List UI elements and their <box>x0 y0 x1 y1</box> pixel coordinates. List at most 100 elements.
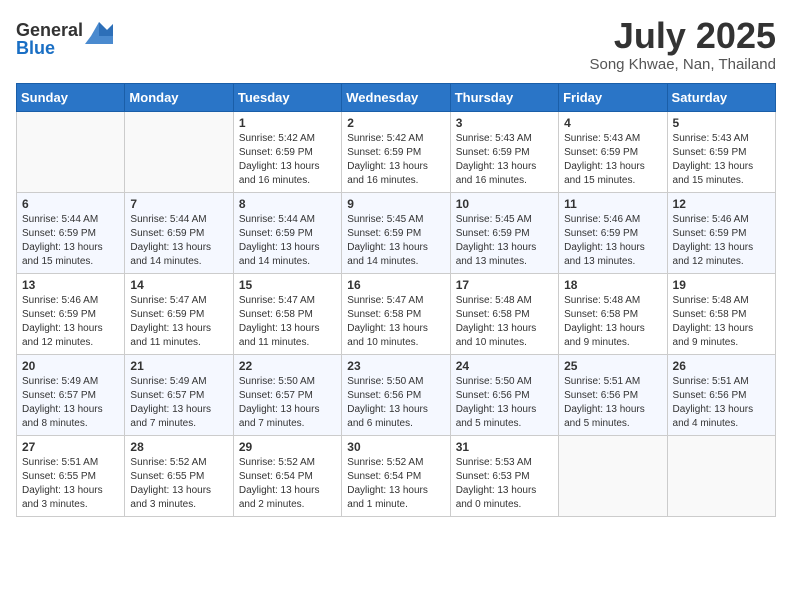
day-number: 10 <box>456 197 553 211</box>
calendar-cell: 13 Sunrise: 5:46 AMSunset: 6:59 PMDayligh… <box>17 273 125 354</box>
day-number: 11 <box>564 197 661 211</box>
day-info: Sunrise: 5:46 AMSunset: 6:59 PMDaylight:… <box>22 294 119 350</box>
calendar-week-row: 13 Sunrise: 5:46 AMSunset: 6:59 PMDayligh… <box>17 273 776 354</box>
day-number: 6 <box>22 197 119 211</box>
calendar-cell: 12 Sunrise: 5:46 AMSunset: 6:59 PMDayligh… <box>667 192 775 273</box>
day-number: 18 <box>564 278 661 292</box>
logo-blue: Blue <box>16 38 55 59</box>
calendar-cell: 4 Sunrise: 5:43 AMSunset: 6:59 PMDaylight… <box>559 111 667 192</box>
day-info: Sunrise: 5:45 AMSunset: 6:59 PMDaylight:… <box>347 213 444 269</box>
day-number: 13 <box>22 278 119 292</box>
day-number: 9 <box>347 197 444 211</box>
calendar-cell: 14Sunrise: 5:47 AMSunset: 6:59 PMDayligh… <box>125 273 233 354</box>
day-of-week-header: Monday <box>125 83 233 111</box>
day-info: Sunrise: 5:48 AMSunset: 6:58 PMDaylight:… <box>456 294 553 350</box>
location-subtitle: Song Khwae, Nan, Thailand <box>589 56 776 73</box>
day-number: 19 <box>673 278 770 292</box>
day-info: Sunrise: 5:43 AMSunset: 6:59 PMDaylight:… <box>564 132 661 188</box>
day-number: 20 <box>22 359 119 373</box>
calendar-cell: 16 Sunrise: 5:47 AMSunset: 6:58 PMDayligh… <box>342 273 450 354</box>
title-area: July 2025 Song Khwae, Nan, Thailand <box>589 16 776 73</box>
day-info: Sunrise: 5:46 AMSunset: 6:59 PMDaylight:… <box>564 213 661 269</box>
day-number: 21 <box>130 359 227 373</box>
day-of-week-header: Wednesday <box>342 83 450 111</box>
calendar-cell: 27Sunrise: 5:51 AMSunset: 6:55 PMDayligh… <box>17 435 125 516</box>
day-number: 24 <box>456 359 553 373</box>
day-info: Sunrise: 5:52 AMSunset: 6:54 PMDaylight:… <box>347 456 444 512</box>
day-info: Sunrise: 5:51 AMSunset: 6:56 PMDaylight:… <box>564 375 661 431</box>
calendar-cell: 20 Sunrise: 5:49 AMSunset: 6:57 PMDayligh… <box>17 354 125 435</box>
day-of-week-header: Sunday <box>17 83 125 111</box>
calendar-cell: 2 Sunrise: 5:42 AMSunset: 6:59 PMDaylight… <box>342 111 450 192</box>
day-number: 5 <box>673 116 770 130</box>
day-number: 23 <box>347 359 444 373</box>
day-info: Sunrise: 5:52 AMSunset: 6:55 PMDaylight:… <box>130 456 227 512</box>
calendar-week-row: 6 Sunrise: 5:44 AMSunset: 6:59 PMDaylight… <box>17 192 776 273</box>
day-info: Sunrise: 5:49 AMSunset: 6:57 PMDaylight:… <box>130 375 227 431</box>
calendar-header-row: SundayMondayTuesdayWednesdayThursdayFrid… <box>17 83 776 111</box>
day-number: 7 <box>130 197 227 211</box>
calendar-cell: 26Sunrise: 5:51 AMSunset: 6:56 PMDayligh… <box>667 354 775 435</box>
day-info: Sunrise: 5:46 AMSunset: 6:59 PMDaylight:… <box>673 213 770 269</box>
day-info: Sunrise: 5:51 AMSunset: 6:55 PMDaylight:… <box>22 456 119 512</box>
calendar-cell: 29Sunrise: 5:52 AMSunset: 6:54 PMDayligh… <box>233 435 341 516</box>
calendar-cell: 21 Sunrise: 5:49 AMSunset: 6:57 PMDayligh… <box>125 354 233 435</box>
calendar-cell <box>559 435 667 516</box>
day-number: 1 <box>239 116 336 130</box>
day-info: Sunrise: 5:47 AMSunset: 6:58 PMDaylight:… <box>347 294 444 350</box>
day-info: Sunrise: 5:42 AMSunset: 6:59 PMDaylight:… <box>239 132 336 188</box>
page-header: General Blue July 2025 Song Khwae, Nan, … <box>16 16 776 73</box>
day-of-week-header: Thursday <box>450 83 558 111</box>
day-number: 28 <box>130 440 227 454</box>
day-info: Sunrise: 5:53 AMSunset: 6:53 PMDaylight:… <box>456 456 553 512</box>
day-number: 8 <box>239 197 336 211</box>
calendar-cell: 7Sunrise: 5:44 AMSunset: 6:59 PMDaylight… <box>125 192 233 273</box>
day-info: Sunrise: 5:43 AMSunset: 6:59 PMDaylight:… <box>456 132 553 188</box>
calendar-cell: 30Sunrise: 5:52 AMSunset: 6:54 PMDayligh… <box>342 435 450 516</box>
calendar-cell <box>17 111 125 192</box>
calendar-cell: 9 Sunrise: 5:45 AMSunset: 6:59 PMDaylight… <box>342 192 450 273</box>
calendar-cell: 10 Sunrise: 5:45 AMSunset: 6:59 PMDayligh… <box>450 192 558 273</box>
calendar-cell <box>125 111 233 192</box>
calendar-table: SundayMondayTuesdayWednesdayThursdayFrid… <box>16 83 776 517</box>
calendar-cell: 1 Sunrise: 5:42 AMSunset: 6:59 PMDaylight… <box>233 111 341 192</box>
calendar-cell: 8 Sunrise: 5:44 AMSunset: 6:59 PMDaylight… <box>233 192 341 273</box>
day-number: 12 <box>673 197 770 211</box>
day-of-week-header: Tuesday <box>233 83 341 111</box>
day-number: 29 <box>239 440 336 454</box>
calendar-cell: 6Sunrise: 5:44 AMSunset: 6:59 PMDaylight… <box>17 192 125 273</box>
calendar-cell: 22Sunrise: 5:50 AMSunset: 6:57 PMDayligh… <box>233 354 341 435</box>
day-info: Sunrise: 5:45 AMSunset: 6:59 PMDaylight:… <box>456 213 553 269</box>
day-number: 3 <box>456 116 553 130</box>
calendar-cell: 23 Sunrise: 5:50 AMSunset: 6:56 PMDayligh… <box>342 354 450 435</box>
day-number: 16 <box>347 278 444 292</box>
calendar-cell: 17Sunrise: 5:48 AMSunset: 6:58 PMDayligh… <box>450 273 558 354</box>
day-number: 2 <box>347 116 444 130</box>
calendar-cell: 11 Sunrise: 5:46 AMSunset: 6:59 PMDayligh… <box>559 192 667 273</box>
calendar-cell: 3 Sunrise: 5:43 AMSunset: 6:59 PMDaylight… <box>450 111 558 192</box>
calendar-cell: 31 Sunrise: 5:53 AMSunset: 6:53 PMDayligh… <box>450 435 558 516</box>
day-info: Sunrise: 5:50 AMSunset: 6:57 PMDaylight:… <box>239 375 336 431</box>
day-number: 31 <box>456 440 553 454</box>
calendar-cell: 15Sunrise: 5:47 AMSunset: 6:58 PMDayligh… <box>233 273 341 354</box>
day-number: 14 <box>130 278 227 292</box>
day-info: Sunrise: 5:51 AMSunset: 6:56 PMDaylight:… <box>673 375 770 431</box>
day-info: Sunrise: 5:42 AMSunset: 6:59 PMDaylight:… <box>347 132 444 188</box>
day-info: Sunrise: 5:44 AMSunset: 6:59 PMDaylight:… <box>239 213 336 269</box>
day-info: Sunrise: 5:47 AMSunset: 6:58 PMDaylight:… <box>239 294 336 350</box>
day-info: Sunrise: 5:50 AMSunset: 6:56 PMDaylight:… <box>347 375 444 431</box>
calendar-cell: 18Sunrise: 5:48 AMSunset: 6:58 PMDayligh… <box>559 273 667 354</box>
day-number: 25 <box>564 359 661 373</box>
calendar-week-row: 20 Sunrise: 5:49 AMSunset: 6:57 PMDayligh… <box>17 354 776 435</box>
logo-icon <box>85 16 113 44</box>
day-info: Sunrise: 5:43 AMSunset: 6:59 PMDaylight:… <box>673 132 770 188</box>
calendar-cell: 25 Sunrise: 5:51 AMSunset: 6:56 PMDayligh… <box>559 354 667 435</box>
calendar-cell: 24 Sunrise: 5:50 AMSunset: 6:56 PMDayligh… <box>450 354 558 435</box>
day-of-week-header: Saturday <box>667 83 775 111</box>
day-info: Sunrise: 5:49 AMSunset: 6:57 PMDaylight:… <box>22 375 119 431</box>
calendar-cell <box>667 435 775 516</box>
calendar-cell: 5 Sunrise: 5:43 AMSunset: 6:59 PMDaylight… <box>667 111 775 192</box>
day-info: Sunrise: 5:48 AMSunset: 6:58 PMDaylight:… <box>673 294 770 350</box>
day-info: Sunrise: 5:50 AMSunset: 6:56 PMDaylight:… <box>456 375 553 431</box>
day-number: 4 <box>564 116 661 130</box>
